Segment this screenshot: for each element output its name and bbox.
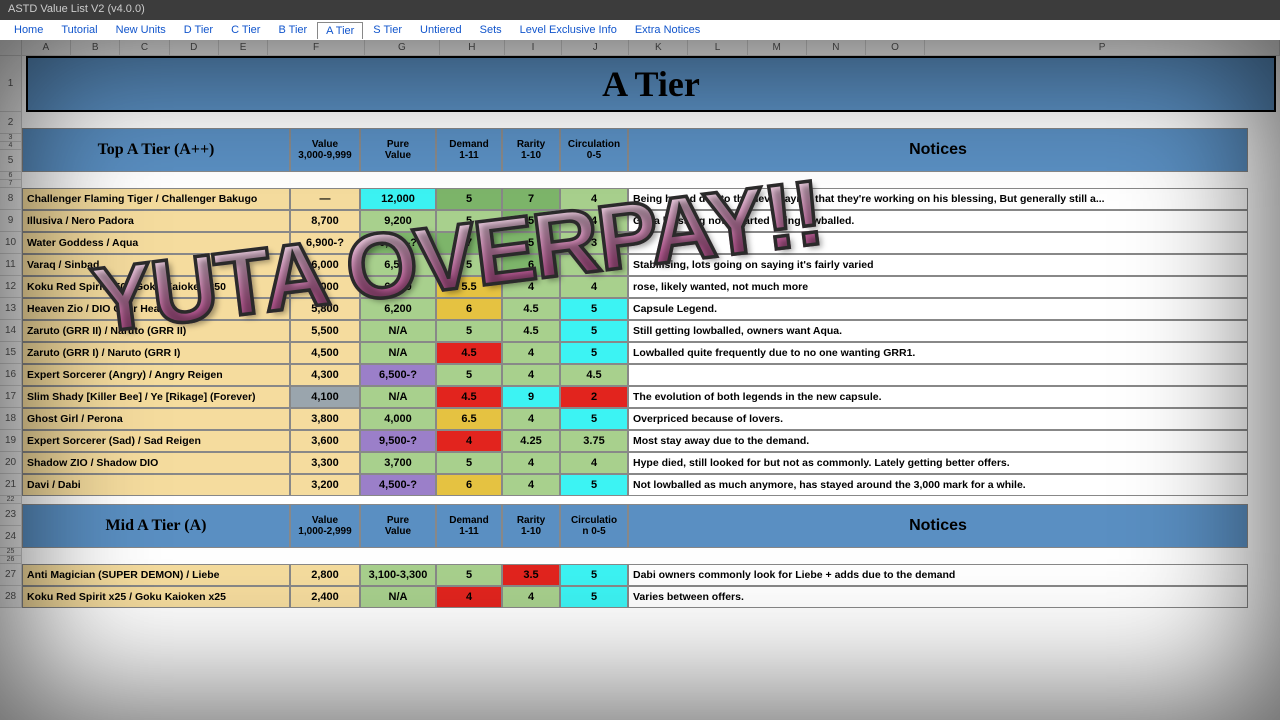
- table-row: Expert Sorcerer (Sad) / Sad Reigen3,6009…: [22, 430, 1280, 452]
- section-header: Top A Tier (A++)Value3,000-9,999PureValu…: [22, 128, 1280, 172]
- tab-home[interactable]: Home: [6, 22, 51, 38]
- table-row: Koku Red Spirit x25 / Goku Kaioken x252,…: [22, 586, 1280, 608]
- table-row: Ghost Girl / Perona3,8004,0006.545Overpr…: [22, 408, 1280, 430]
- table-row: Anti Magician (SUPER DEMON) / Liebe2,800…: [22, 564, 1280, 586]
- tier-banner: A Tier: [26, 56, 1276, 112]
- row-gutter: 1234567891011121314151617181920212223242…: [0, 56, 22, 608]
- tab-level-exclusive-info[interactable]: Level Exclusive Info: [512, 22, 625, 38]
- tab-extra-notices[interactable]: Extra Notices: [627, 22, 708, 38]
- tab-s-tier[interactable]: S Tier: [365, 22, 410, 38]
- table-row: Shadow ZIO / Shadow DIO3,3003,700544Hype…: [22, 452, 1280, 474]
- tab-b-tier[interactable]: B Tier: [270, 22, 315, 38]
- table-row: Slim Shady [Killer Bee] / Ye [Rikage] (F…: [22, 386, 1280, 408]
- tab-tutorial[interactable]: Tutorial: [53, 22, 105, 38]
- sheet-tabs: HomeTutorialNew UnitsD TierC TierB TierA…: [0, 20, 1280, 40]
- tab-c-tier[interactable]: C Tier: [223, 22, 268, 38]
- tab-new-units[interactable]: New Units: [108, 22, 174, 38]
- tab-d-tier[interactable]: D Tier: [176, 22, 221, 38]
- table-row: Expert Sorcerer (Angry) / Angry Reigen4,…: [22, 364, 1280, 386]
- table-row: Davi / Dabi3,2004,500-?645Not lowballed …: [22, 474, 1280, 496]
- tab-a-tier[interactable]: A Tier: [317, 22, 363, 39]
- tab-sets[interactable]: Sets: [472, 22, 510, 38]
- column-headers: ABCDEFGHIJKLMNOP: [0, 40, 1280, 56]
- section-header: Mid A Tier (A)Value1,000-2,999PureValueD…: [22, 504, 1280, 548]
- window-title: ASTD Value List V2 (v4.0.0): [0, 0, 1280, 20]
- table-row: Zaruto (GRR I) / Naruto (GRR I)4,500N/A4…: [22, 342, 1280, 364]
- tab-untiered[interactable]: Untiered: [412, 22, 470, 38]
